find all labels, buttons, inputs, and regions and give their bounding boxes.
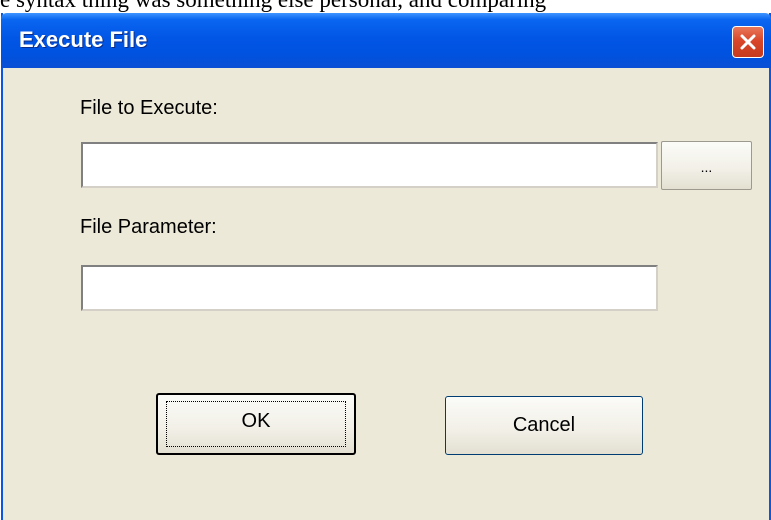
file-to-execute-input[interactable]	[81, 142, 658, 188]
cancel-button[interactable]: Cancel	[445, 396, 643, 455]
file-parameter-label: File Parameter:	[80, 216, 217, 238]
file-to-execute-label: File to Execute:	[80, 97, 218, 119]
dialog-title: Execute File	[19, 27, 148, 52]
execute-file-dialog: Execute File File to Execute: ... File P…	[1, 13, 771, 520]
close-button[interactable]	[732, 26, 764, 58]
ok-button[interactable]: OK	[156, 393, 356, 455]
browse-button[interactable]: ...	[661, 141, 752, 190]
screen: e syntax thing was something else person…	[0, 0, 771, 520]
file-parameter-input[interactable]	[81, 265, 658, 311]
ok-button-label: OK	[241, 410, 271, 432]
close-x-icon	[740, 34, 756, 50]
background-document-text: e syntax thing was something else person…	[0, 0, 771, 13]
dialog-titlebar[interactable]: Execute File	[1, 13, 771, 68]
